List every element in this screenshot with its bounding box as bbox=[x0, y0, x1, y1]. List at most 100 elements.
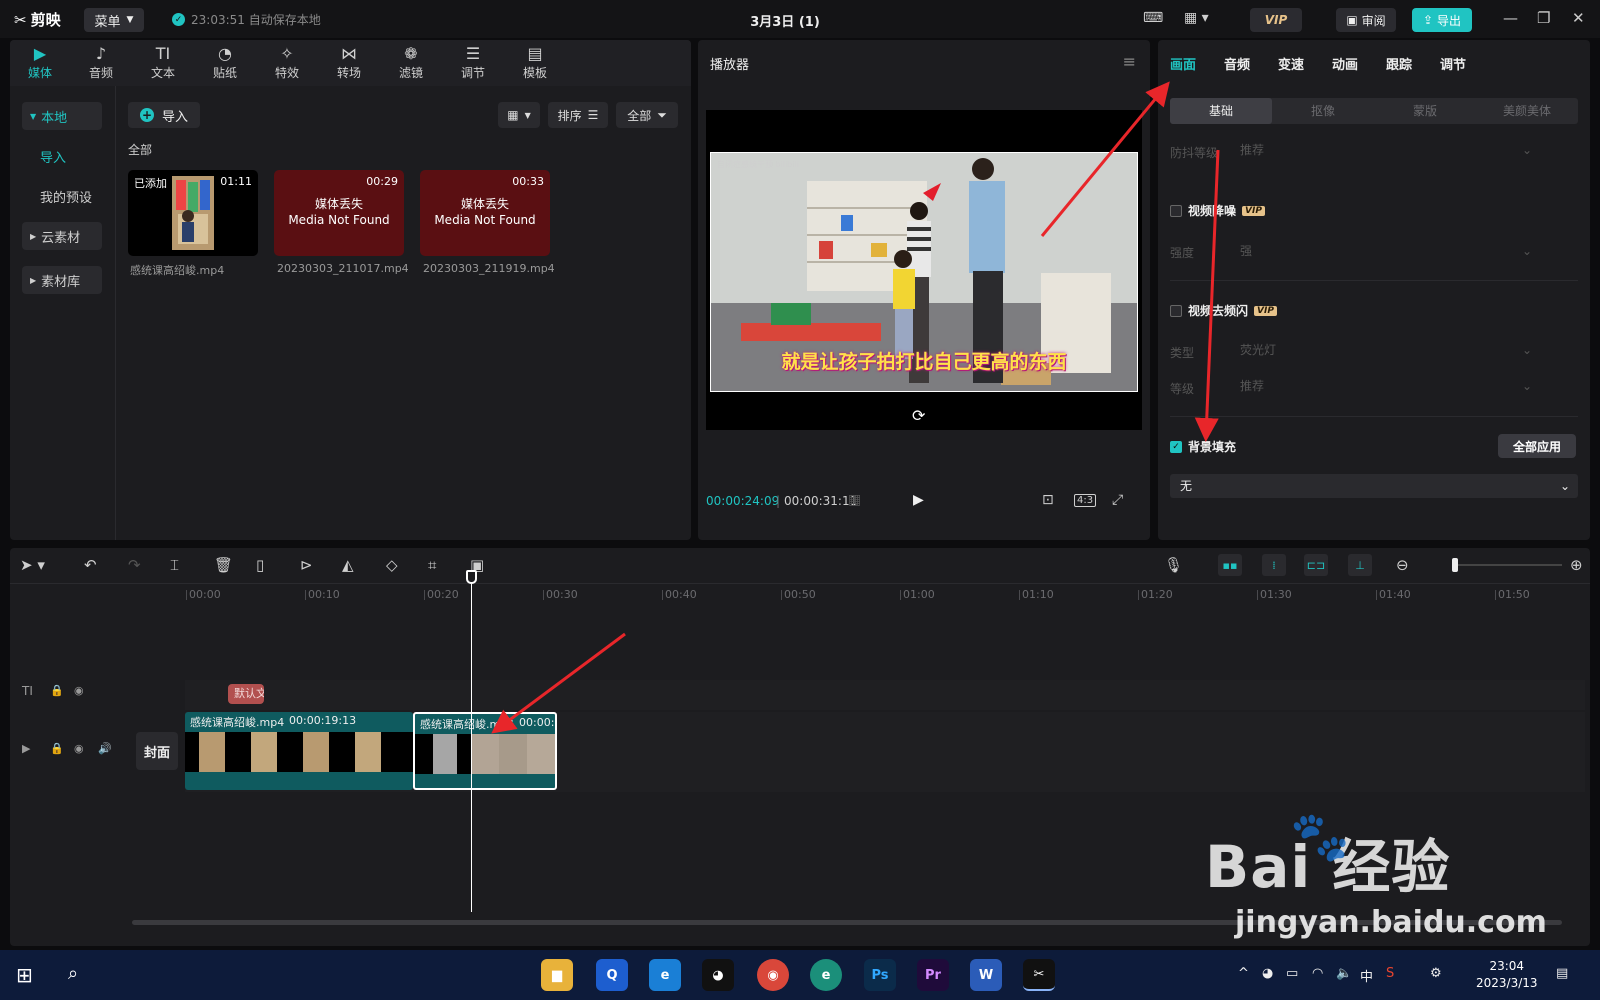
sidebar-item-library[interactable]: ▶ 素材库 bbox=[22, 266, 102, 294]
denoise-row[interactable]: 视频降噪 VIP bbox=[1170, 202, 1265, 219]
video-clip-1[interactable]: 感统课高绍峻.mp4 00:00:19:13 bbox=[185, 712, 413, 790]
denoise-checkbox[interactable] bbox=[1170, 204, 1182, 217]
filter-button[interactable]: 全部 ⏷ bbox=[616, 102, 678, 128]
timeline-ruler[interactable]: 00:00 00:10 00:20 00:30 00:40 00:50 01:0… bbox=[185, 584, 1585, 604]
deflicker-checkbox[interactable] bbox=[1170, 304, 1182, 317]
tab-animation[interactable]: 动画 bbox=[1332, 54, 1358, 73]
keyboard-shortcut-icon[interactable]: ⌨ bbox=[1143, 10, 1163, 26]
tab-text[interactable]: TI 文本 bbox=[138, 44, 188, 81]
qq-icon[interactable]: ◕ bbox=[702, 959, 734, 991]
capcut-taskbar-icon[interactable]: ✂ bbox=[1023, 959, 1055, 991]
layout-icon[interactable]: ▦ ▾ bbox=[1184, 10, 1209, 26]
subtab-mask[interactable]: 蒙版 bbox=[1374, 98, 1476, 124]
playhead-line[interactable] bbox=[471, 570, 472, 912]
reverse-icon[interactable]: ⊳ bbox=[300, 556, 313, 574]
subtab-basic[interactable]: 基础 bbox=[1170, 98, 1272, 124]
premiere-icon[interactable]: Pr bbox=[917, 959, 949, 991]
level-select[interactable]: 推荐 ⌄ bbox=[1236, 373, 1536, 399]
fullscreen-icon[interactable]: ⤢ bbox=[1112, 492, 1123, 508]
tab-prop-adjust[interactable]: 调节 bbox=[1440, 54, 1466, 73]
speaker-icon[interactable]: 🔈 bbox=[1336, 966, 1352, 981]
photoshop-icon[interactable]: Ps bbox=[864, 959, 896, 991]
volume-icon[interactable]: 🔊 bbox=[98, 742, 112, 755]
cover-button[interactable]: 封面 bbox=[136, 732, 178, 770]
undo-icon[interactable]: ↶ bbox=[84, 556, 97, 574]
word-icon[interactable]: W bbox=[970, 959, 1002, 991]
strength-select[interactable]: 强 ⌄ bbox=[1236, 238, 1536, 264]
zoom-slider-handle[interactable] bbox=[1452, 558, 1458, 572]
subtab-cutout[interactable]: 抠像 bbox=[1272, 98, 1374, 124]
settings-gear-icon[interactable]: ⚙ bbox=[1430, 966, 1442, 981]
bgfill-select[interactable]: 无 ⌄ bbox=[1170, 474, 1578, 498]
import-button[interactable]: + 导入 bbox=[128, 102, 200, 128]
zoom-in-icon[interactable]: ⊕ bbox=[1570, 556, 1583, 574]
zoom-slider[interactable] bbox=[1452, 564, 1562, 566]
wifi-icon[interactable]: ◠ bbox=[1312, 966, 1323, 981]
browser-q-icon[interactable]: Q bbox=[596, 959, 628, 991]
tab-effects[interactable]: ✧ 特效 bbox=[262, 44, 312, 81]
lock-icon[interactable]: 🔒 bbox=[50, 742, 64, 755]
sidebar-item-local[interactable]: ▼ 本地 bbox=[22, 102, 102, 130]
export-button[interactable]: ⇪ 导出 bbox=[1412, 8, 1472, 32]
qq-tray-icon[interactable]: ◕ bbox=[1262, 966, 1273, 981]
crop-icon[interactable]: ⌗ bbox=[428, 556, 436, 574]
apply-all-button[interactable]: 全部应用 bbox=[1498, 434, 1576, 458]
hamburger-menu-icon[interactable]: ≡ bbox=[1123, 52, 1136, 71]
minimize-icon[interactable]: — bbox=[1503, 9, 1518, 27]
search-icon[interactable]: ⌕ bbox=[68, 963, 78, 984]
mirror-icon[interactable]: ◭ bbox=[342, 556, 354, 574]
chrome-icon[interactable]: ◉ bbox=[757, 959, 789, 991]
view-mode-button[interactable]: ▦ ▼ bbox=[498, 102, 540, 128]
preview-axis-icon[interactable]: ⊥ bbox=[1348, 554, 1372, 576]
media-item-2[interactable]: 00:29 媒体丢失 Media Not Found bbox=[274, 170, 404, 256]
sidebar-item-presets[interactable]: 我的预设 bbox=[22, 182, 102, 210]
device-tray-icon[interactable]: ▭ bbox=[1286, 966, 1298, 981]
playhead-handle[interactable] bbox=[466, 570, 477, 584]
eye-icon[interactable]: ◉ bbox=[74, 742, 84, 755]
lock-icon[interactable]: 🔒 bbox=[50, 684, 64, 697]
restore-icon[interactable]: ❐ bbox=[1537, 9, 1550, 27]
rotate-clip-icon[interactable]: ◇ bbox=[386, 556, 398, 574]
sidebar-item-cloud[interactable]: ▶ 云素材 bbox=[22, 222, 102, 250]
select-cursor-icon[interactable]: ➤ ▾ bbox=[20, 556, 45, 574]
project-title[interactable]: 3月3日 (1) bbox=[700, 11, 870, 30]
bgfill-row[interactable]: ✓ 背景填充 bbox=[1170, 438, 1236, 455]
tab-prop-audio[interactable]: 音频 bbox=[1224, 54, 1250, 73]
eye-icon[interactable]: ◉ bbox=[74, 684, 84, 697]
tab-media[interactable]: ▶ 媒体 bbox=[15, 44, 65, 81]
video-clip-2[interactable]: 感统课高绍峻.mp4 00:00:1 bbox=[413, 712, 557, 790]
subtab-beauty[interactable]: 美颜美体 bbox=[1476, 98, 1578, 124]
taskbar-clock[interactable]: 23:04 2023/3/13 bbox=[1476, 958, 1538, 992]
tab-transition[interactable]: ⋈ 转场 bbox=[324, 44, 374, 81]
stabilize-select[interactable]: 推荐 ⌄ bbox=[1236, 137, 1536, 163]
tray-expand-icon[interactable]: ^ bbox=[1238, 966, 1249, 981]
snap-icon[interactable]: ⁞ bbox=[1262, 554, 1286, 576]
redo-icon[interactable]: ↷ bbox=[128, 556, 141, 574]
aspect-ratio-button[interactable]: 4:3 bbox=[1074, 494, 1097, 507]
tab-tracking[interactable]: 跟踪 bbox=[1386, 54, 1412, 73]
sidebar-item-import[interactable]: 导入 bbox=[22, 142, 102, 170]
notification-icon[interactable]: ▤ bbox=[1556, 966, 1568, 981]
fit-screen-icon[interactable]: ⊡ bbox=[1042, 492, 1054, 508]
tab-speed[interactable]: 变速 bbox=[1278, 54, 1304, 73]
ime-indicator[interactable]: 中 bbox=[1360, 966, 1373, 985]
file-explorer-icon[interactable]: ▆ bbox=[541, 959, 573, 991]
video-preview[interactable]: 自闭症感统干预 bilibili 就是让孩子拍打比自己更高的东西 ⟳ bbox=[706, 110, 1142, 430]
microphone-icon[interactable]: 🎙 bbox=[1164, 556, 1183, 574]
media-item-1[interactable]: 已添加 01:11 bbox=[128, 170, 258, 256]
edge-legacy-icon[interactable]: e bbox=[649, 959, 681, 991]
sort-button[interactable]: 排序 ☰ bbox=[548, 102, 608, 128]
video-frame[interactable]: 自闭症感统干预 bilibili 就是让孩子拍打比自己更高的东西 bbox=[710, 152, 1138, 392]
timeline-grid-icon[interactable]: ▦ bbox=[848, 492, 861, 508]
type-select[interactable]: 荧光灯 ⌄ bbox=[1236, 337, 1536, 363]
media-item-3[interactable]: 00:33 媒体丢失 Media Not Found bbox=[420, 170, 550, 256]
tab-template[interactable]: ▤ 模板 bbox=[510, 44, 560, 81]
link-icon[interactable]: ⊏⊐ bbox=[1304, 554, 1328, 576]
zoom-out-icon[interactable]: ⊖ bbox=[1396, 556, 1409, 574]
main-track-magnet-icon[interactable]: ▪▪ bbox=[1218, 554, 1242, 576]
windows-start-icon[interactable]: ⊞ bbox=[16, 963, 33, 987]
text-clip[interactable]: 默认文本 bbox=[228, 684, 264, 704]
tab-adjust[interactable]: ☰ 调节 bbox=[448, 44, 498, 81]
close-icon[interactable]: ✕ bbox=[1572, 9, 1585, 27]
rotate-icon[interactable]: ⟳ bbox=[912, 406, 925, 425]
